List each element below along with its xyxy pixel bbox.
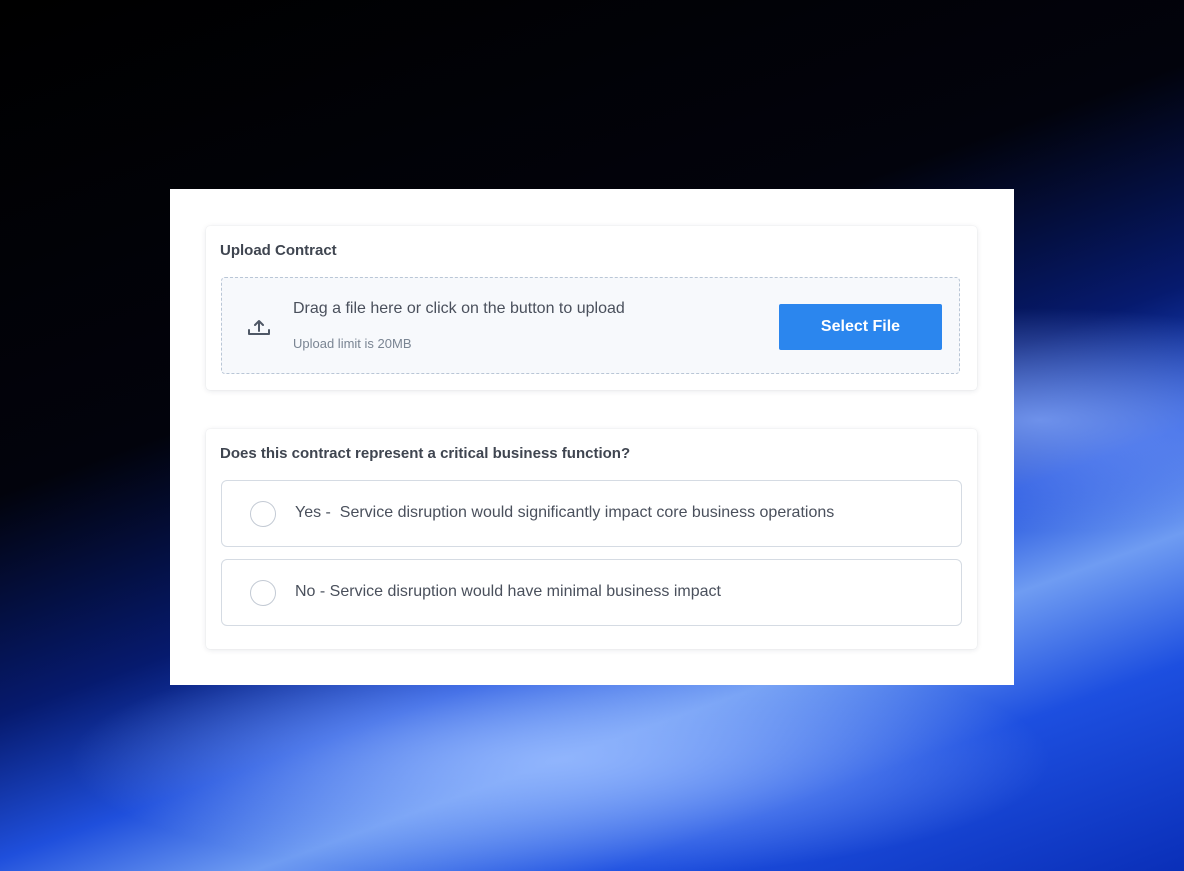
option-no[interactable]: No - Service disruption would have minim… [221,559,962,626]
radio-no[interactable] [250,580,276,606]
file-dropzone[interactable]: Drag a file here or click on the button … [221,277,960,374]
option-no-label: No - Service disruption would have minim… [295,583,721,600]
upload-limit-text: Upload limit is 20MB [293,336,412,351]
select-file-button[interactable]: Select File [779,304,942,350]
upload-section-title: Upload Contract [220,242,337,259]
dropzone-instructions: Drag a file here or click on the button … [293,300,625,317]
form-card: Upload Contract Drag a file here or clic… [170,189,1014,685]
question-title: Does this contract represent a critical … [220,445,631,462]
upload-contract-section: Upload Contract Drag a file here or clic… [206,226,977,390]
upload-icon [248,320,270,335]
option-yes[interactable]: Yes - Service disruption would significa… [221,480,962,547]
radio-yes[interactable] [250,501,276,527]
option-yes-label: Yes - Service disruption would significa… [295,504,835,521]
critical-function-section: Does this contract represent a critical … [206,429,977,649]
